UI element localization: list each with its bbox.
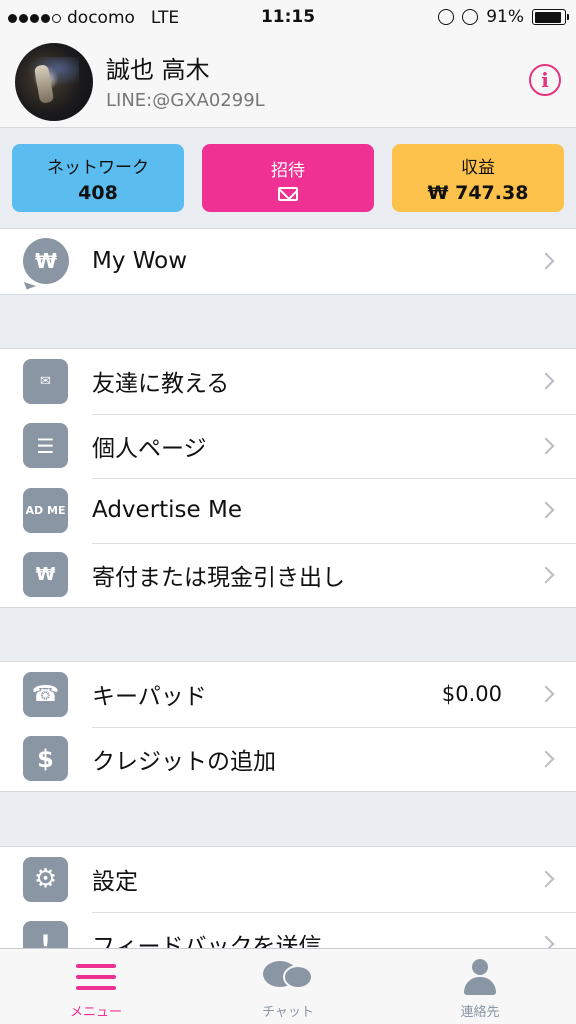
tab-chat[interactable]: チャット	[192, 949, 384, 1024]
menu-item-settings[interactable]: ⚙ 設定	[0, 847, 576, 912]
menu-item-label: Advertise Me	[92, 497, 242, 524]
status-bar: docomo LTE 11:15 91%	[0, 0, 576, 36]
menu-item-donate-withdraw[interactable]: ₩ 寄付または現金引き出し	[0, 542, 576, 608]
dollar-icon: $	[23, 736, 68, 782]
chevron-right-icon	[537, 750, 555, 768]
envelope-icon: ✉	[23, 358, 68, 404]
invite-label: 招待	[271, 160, 305, 181]
invite-button[interactable]: 招待	[202, 144, 374, 212]
menu-item-label: 個人ページ	[92, 435, 207, 462]
chevron-right-icon	[537, 501, 555, 519]
wow-coin-icon: ₩	[23, 238, 69, 285]
tab-label: 連絡先	[460, 1005, 500, 1020]
earnings-button[interactable]: 収益 ₩ 747.38	[392, 144, 564, 212]
menu-item-label: 友達に教える	[92, 371, 230, 398]
battery-percent: 91%	[486, 7, 524, 27]
envelope-icon	[278, 186, 298, 201]
chevron-right-icon	[537, 870, 555, 888]
battery-icon	[532, 9, 569, 25]
profile-name: 誠也 高木	[106, 56, 210, 84]
hamburger-menu-icon	[76, 964, 116, 990]
menu-item-label: 設定	[92, 869, 138, 896]
info-icon[interactable]: i	[529, 64, 561, 96]
profile-card-icon: ☰	[23, 423, 68, 469]
menu-item-advertise-me[interactable]: AD ME Advertise Me	[0, 478, 576, 543]
network-button[interactable]: ネットワーク 408	[12, 144, 184, 212]
social-group: ✉ 友達に教える ☰ 個人ページ AD ME Advertise Me ₩ 寄付…	[0, 348, 576, 608]
menu-item-add-credit[interactable]: $ クレジットの追加	[0, 726, 576, 792]
hand-coin-icon: ₩	[23, 552, 68, 598]
chevron-right-icon	[537, 437, 555, 455]
menu-item-keypad[interactable]: ☎ キーパッド $0.00	[0, 662, 576, 727]
tab-contacts[interactable]: 連絡先	[384, 949, 576, 1024]
menu-item-label: キーパッド	[92, 684, 207, 711]
alarm-icon	[462, 9, 479, 25]
tab-menu[interactable]: メニュー	[0, 949, 192, 1024]
chevron-right-icon	[537, 566, 555, 584]
keypad-balance: $0.00	[441, 682, 502, 707]
my-wow-group: ₩ My Wow	[0, 228, 576, 295]
menu-item-label: クレジットの追加	[92, 748, 276, 775]
line-id: LINE:@GXA0299L	[106, 90, 265, 111]
person-icon	[464, 959, 496, 995]
chat-bubbles-icon	[263, 959, 313, 995]
menu-item-label: My Wow	[92, 248, 188, 275]
menu-item-label: 寄付または現金引き出し	[92, 564, 345, 591]
avatar[interactable]	[15, 43, 93, 121]
tab-label: チャット	[262, 1005, 314, 1020]
menu-item-tell-friends[interactable]: ✉ 友達に教える	[0, 349, 576, 414]
stats-bar: ネットワーク 408 招待 収益 ₩ 747.38	[12, 144, 564, 212]
chevron-right-icon	[537, 685, 555, 703]
menu-item-my-wow[interactable]: ₩ My Wow	[0, 229, 576, 294]
menu-item-personal-page[interactable]: ☰ 個人ページ	[0, 413, 576, 479]
network-count: 408	[78, 181, 118, 204]
calling-group: ☎ キーパッド $0.00 $ クレジットの追加	[0, 661, 576, 792]
tab-bar: メニュー チャット 連絡先	[0, 948, 576, 1024]
gear-icon: ⚙	[23, 856, 68, 902]
profile-header[interactable]: 誠也 高木 LINE:@GXA0299L i	[0, 36, 576, 128]
rotation-lock-icon	[438, 9, 455, 25]
chevron-right-icon	[537, 372, 555, 390]
ad-me-icon: AD ME	[23, 487, 68, 533]
earnings-label: 収益	[461, 157, 495, 178]
earnings-value: ₩ 747.38	[427, 181, 529, 204]
telephone-keypad-icon: ☎	[23, 671, 68, 717]
chevron-right-icon	[537, 252, 555, 270]
tab-label: メニュー	[69, 1005, 122, 1020]
network-label: ネットワーク	[47, 157, 149, 178]
